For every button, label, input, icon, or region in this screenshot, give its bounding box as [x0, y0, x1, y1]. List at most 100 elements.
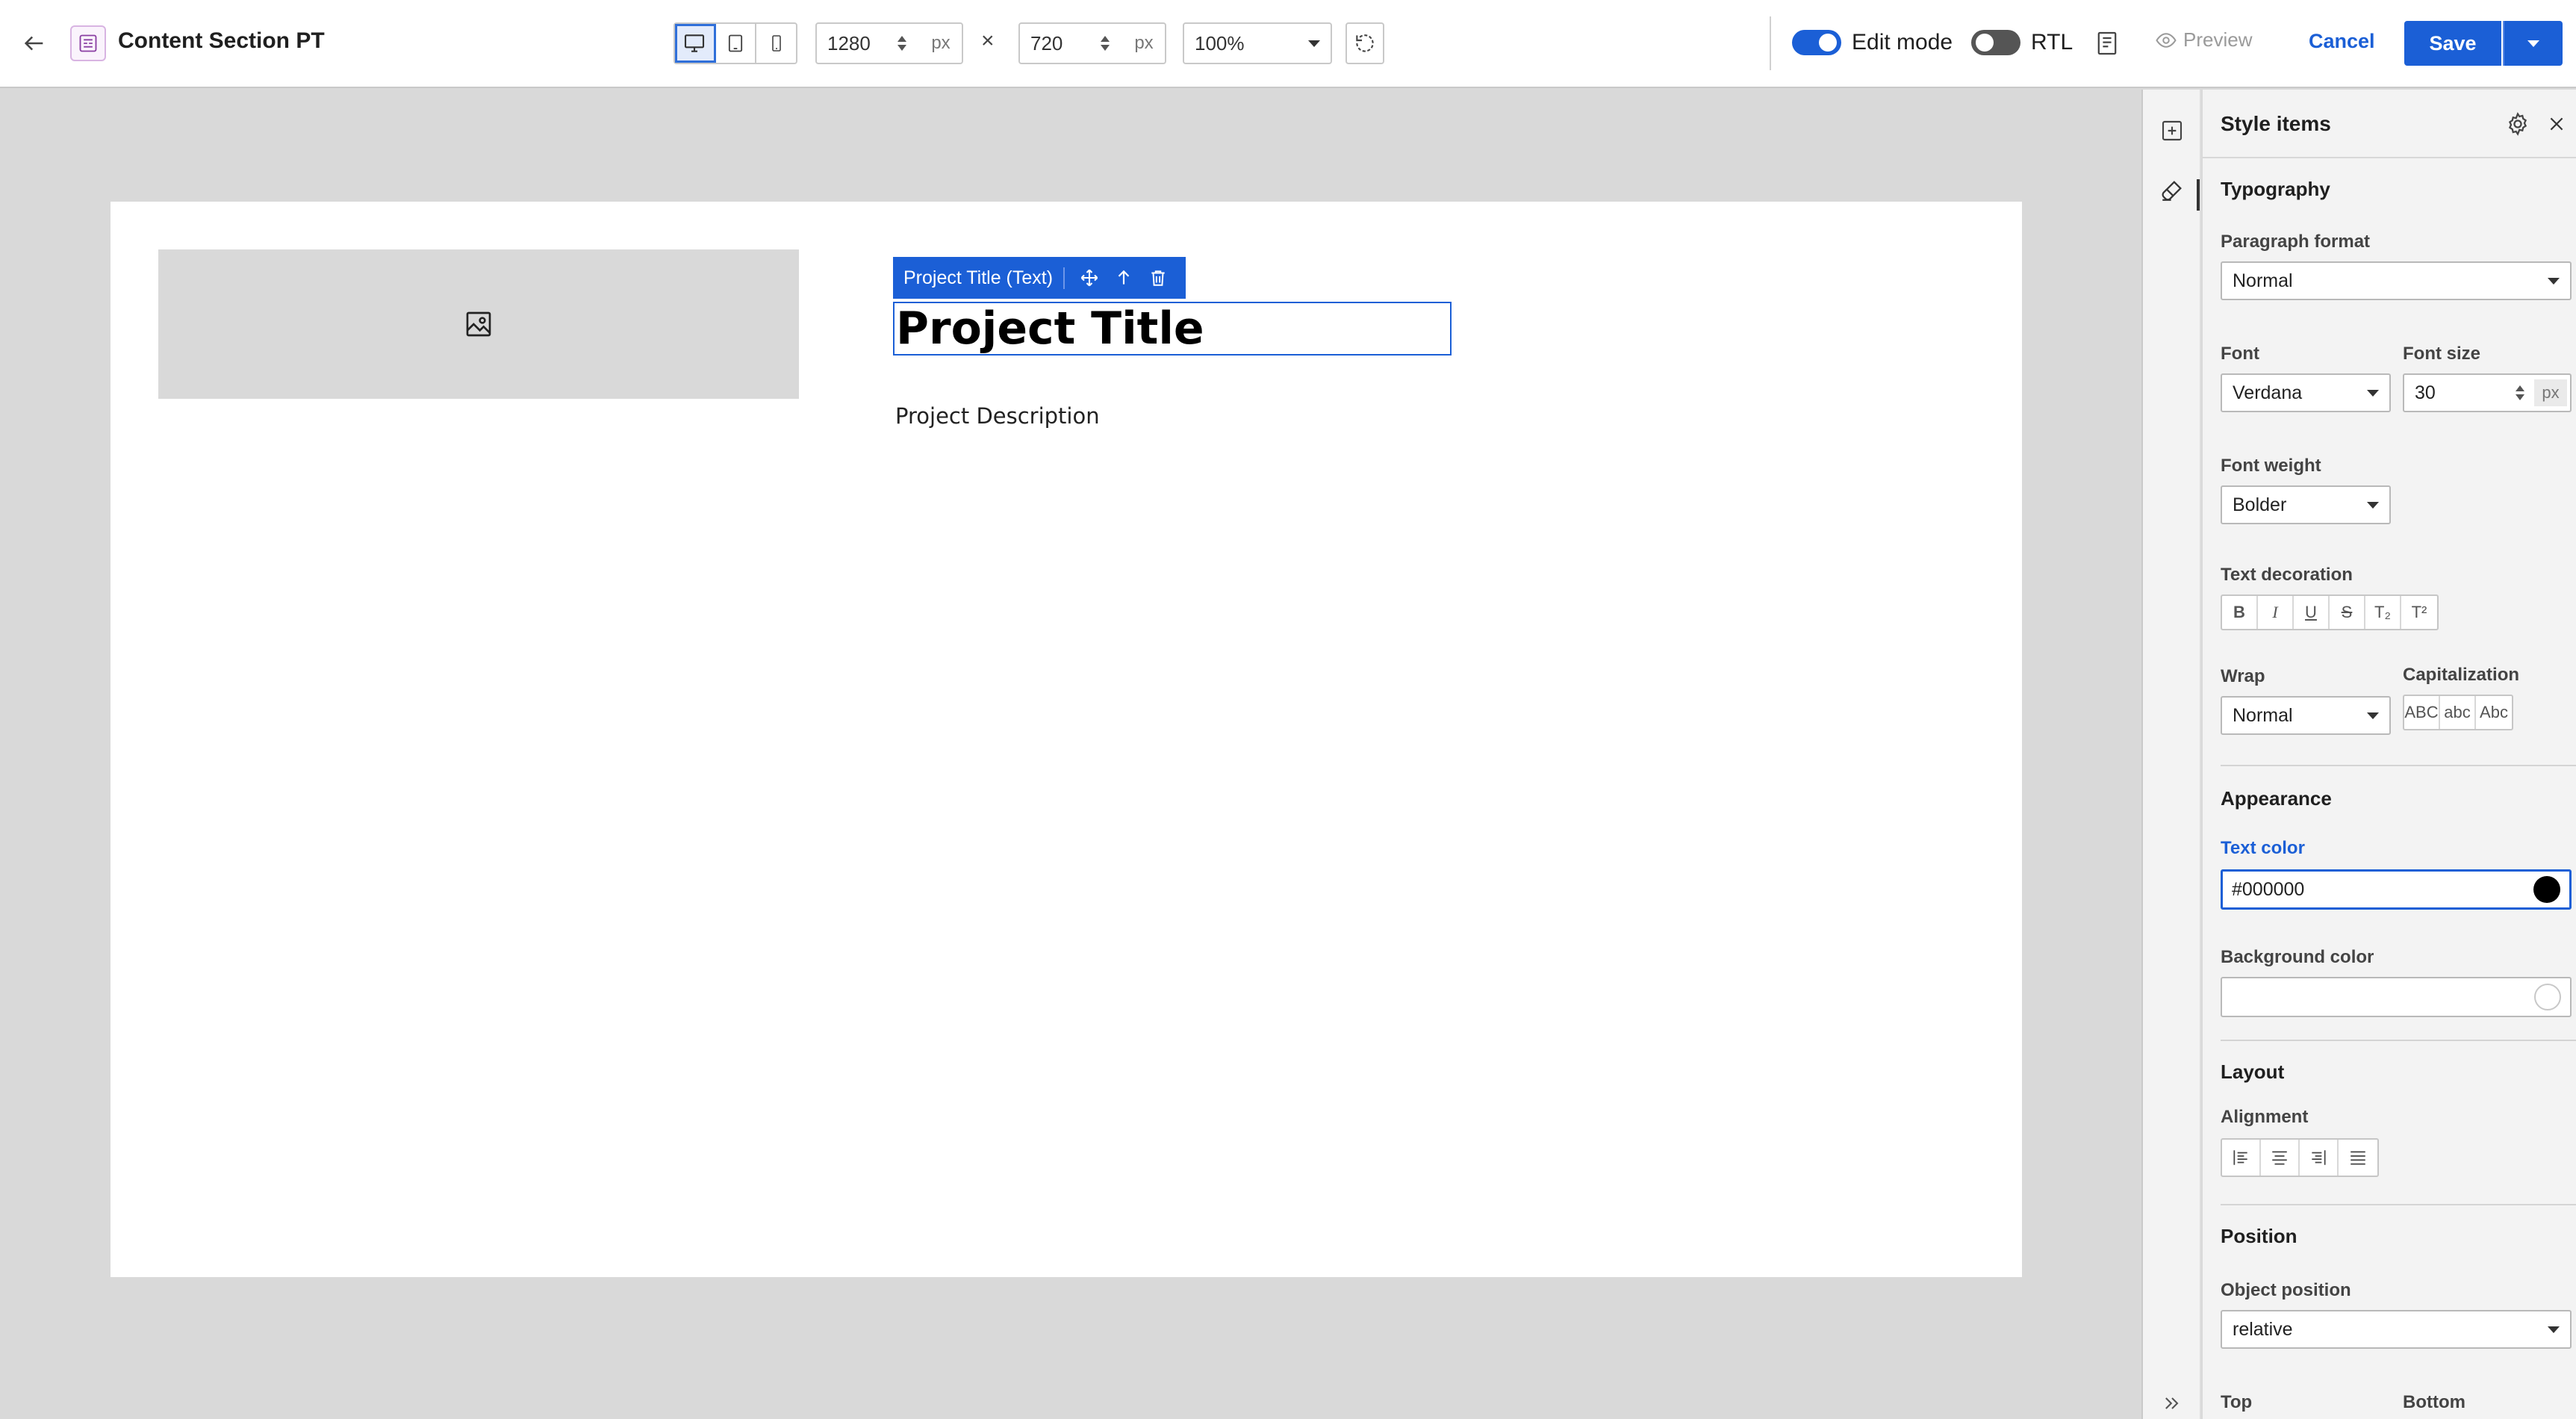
- panel-settings-button[interactable]: [2501, 108, 2534, 140]
- appearance-heading: Appearance: [2221, 787, 2332, 810]
- text-color-input[interactable]: #000000: [2221, 869, 2572, 910]
- back-button[interactable]: [13, 22, 55, 64]
- font-select[interactable]: Verdana: [2221, 373, 2391, 412]
- background-color-input[interactable]: [2221, 977, 2572, 1017]
- height-stepper[interactable]: [1096, 36, 1114, 51]
- italic-button[interactable]: I: [2258, 596, 2294, 629]
- edit-mode-toggle[interactable]: [1792, 30, 1841, 55]
- delete-element-button[interactable]: [1141, 261, 1175, 295]
- chevron-down-icon: [2548, 1326, 2560, 1333]
- selection-toolbar: Project Title (Text): [893, 257, 1186, 299]
- alignment-buttons: [2221, 1138, 2379, 1177]
- move-button[interactable]: [1072, 261, 1107, 295]
- chevron-down-icon: [2367, 389, 2379, 397]
- strikethrough-button[interactable]: S: [2330, 596, 2365, 629]
- background-color-swatch[interactable]: [2534, 984, 2561, 1010]
- add-element-tab[interactable]: [2153, 112, 2191, 149]
- style-tab[interactable]: [2153, 172, 2191, 209]
- text-color-label: Text color: [2221, 838, 2305, 858]
- bold-button[interactable]: B: [2222, 596, 2258, 629]
- text-color-swatch[interactable]: [2533, 876, 2560, 903]
- active-tab-indicator: [2197, 179, 2200, 211]
- section-divider: [2221, 1204, 2576, 1205]
- font-size-stepper[interactable]: [2512, 385, 2528, 400]
- expand-panel-button[interactable]: [2153, 1385, 2191, 1419]
- align-left-button[interactable]: [2222, 1140, 2261, 1176]
- wrap-select[interactable]: Normal: [2221, 696, 2391, 735]
- rtl-toggle[interactable]: [1971, 30, 2020, 55]
- chevron-down-icon: [2367, 712, 2379, 719]
- double-chevron-right-icon: [2165, 1397, 2179, 1409]
- width-input[interactable]: 1280 px: [815, 22, 963, 64]
- design-canvas[interactable]: Project Title (Text) Project Title Proje…: [111, 202, 2022, 1277]
- background-color-label: Background color: [2221, 947, 2374, 967]
- rotate-icon: [1356, 34, 1374, 52]
- zoom-select[interactable]: 100%: [1183, 22, 1332, 64]
- align-left-icon: [2233, 1150, 2247, 1165]
- position-heading: Position: [2221, 1225, 2297, 1247]
- move-icon: [1080, 269, 1098, 287]
- lowercase-button[interactable]: abc: [2440, 696, 2476, 729]
- save-button-group: Save: [2404, 21, 2563, 66]
- subscript-button[interactable]: T₂: [2365, 596, 2401, 629]
- reset-view-button[interactable]: [1345, 22, 1384, 64]
- mobile-view-button[interactable]: [756, 24, 796, 63]
- bottom-label: Bottom: [2403, 1392, 2465, 1412]
- object-position-select[interactable]: relative: [2221, 1310, 2572, 1349]
- chevron-down-icon: [2548, 277, 2560, 285]
- close-panel-button[interactable]: [2540, 108, 2573, 140]
- align-right-button[interactable]: [2300, 1140, 2339, 1176]
- align-center-icon: [2272, 1151, 2287, 1165]
- text-decoration-label: Text decoration: [2221, 565, 2353, 585]
- capitalization-buttons: ABC abc Abc: [2403, 695, 2513, 730]
- gear-icon: [2508, 112, 2527, 136]
- trash-icon: [1151, 270, 1165, 286]
- align-center-button[interactable]: [2261, 1140, 2300, 1176]
- page-settings-button[interactable]: [2091, 27, 2124, 60]
- select-parent-button[interactable]: [1107, 261, 1141, 295]
- superscript-button[interactable]: T²: [2401, 596, 2437, 629]
- arrow-up-icon: [1118, 270, 1130, 285]
- object-position-label: Object position: [2221, 1280, 2351, 1300]
- underline-button[interactable]: U: [2294, 596, 2330, 629]
- height-input[interactable]: 720 px: [1018, 22, 1166, 64]
- dimension-separator: ×: [981, 28, 995, 53]
- cancel-button[interactable]: Cancel: [2309, 30, 2375, 53]
- chevron-down-icon: [2367, 501, 2379, 509]
- rtl-label: RTL: [2031, 30, 2073, 55]
- edit-mode-label: Edit mode: [1852, 30, 1953, 55]
- layout-icon: [70, 25, 106, 61]
- width-stepper[interactable]: [893, 36, 911, 51]
- layout-heading: Layout: [2221, 1061, 2285, 1083]
- save-button[interactable]: Save: [2404, 21, 2501, 66]
- capitalize-button[interactable]: Abc: [2476, 696, 2512, 729]
- brush-icon: [2162, 181, 2182, 201]
- tablet-view-button[interactable]: [716, 24, 757, 63]
- font-size-label: Font size: [2403, 344, 2481, 364]
- paragraph-format-select[interactable]: Normal: [2221, 261, 2572, 300]
- align-justify-button[interactable]: [2339, 1140, 2377, 1176]
- alignment-label: Alignment: [2221, 1107, 2309, 1127]
- font-size-input[interactable]: 30 px: [2403, 373, 2572, 412]
- align-justify-icon: [2351, 1151, 2365, 1165]
- height-unit: px: [1134, 33, 1154, 53]
- project-title-text[interactable]: Project Title: [896, 302, 1204, 355]
- font-weight-label: Font weight: [2221, 456, 2321, 476]
- preview-button[interactable]: Preview: [2155, 28, 2252, 52]
- font-size-unit: px: [2534, 379, 2567, 406]
- typography-heading: Typography: [2221, 178, 2330, 200]
- font-weight-select[interactable]: Bolder: [2221, 485, 2391, 524]
- save-options-button[interactable]: [2503, 21, 2563, 66]
- tablet-icon: [728, 34, 743, 52]
- image-placeholder[interactable]: [158, 249, 799, 399]
- panel-header: Style items: [2203, 90, 2576, 158]
- project-description-text[interactable]: Project Description: [895, 403, 1100, 429]
- mobile-icon: [771, 35, 781, 52]
- uppercase-button[interactable]: ABC: [2404, 696, 2440, 729]
- top-label: Top: [2221, 1392, 2253, 1412]
- paragraph-format-label: Paragraph format: [2221, 232, 2371, 252]
- close-icon: [2550, 117, 2563, 131]
- width-unit: px: [931, 33, 951, 53]
- desktop-view-button[interactable]: [675, 24, 716, 63]
- desktop-icon: [685, 34, 705, 52]
